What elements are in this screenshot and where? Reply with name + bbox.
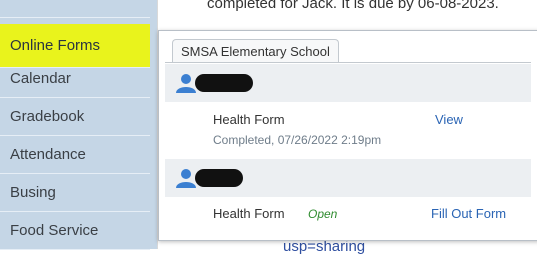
form-name: Health Form bbox=[213, 112, 285, 127]
announcement-text: completed for Jack. It is due by 06-08-2… bbox=[207, 0, 499, 12]
redacted-student-name bbox=[195, 169, 243, 187]
sidebar-item-calendar[interactable]: Calendar bbox=[0, 60, 150, 98]
forms-panel: Health Form Completed, 07/26/2022 2:19pm… bbox=[165, 62, 531, 235]
sidebar-item-label: Attendance bbox=[10, 146, 86, 163]
user-icon bbox=[176, 169, 196, 188]
sidebar-item-food-service[interactable]: Food Service bbox=[0, 212, 150, 250]
sidebar-item-partial[interactable] bbox=[0, 0, 150, 18]
online-forms-popup: SMSA Elementary School Health Form Compl… bbox=[158, 30, 537, 241]
sidebar-item-label: Gradebook bbox=[10, 108, 85, 125]
sidebar: Online Forms Calendar Gradebook Attendan… bbox=[0, 0, 157, 250]
view-form-link[interactable]: View bbox=[435, 112, 463, 127]
sidebar-item-gradebook[interactable]: Gradebook bbox=[0, 98, 150, 136]
form-status: Completed, 07/26/2022 2:19pm bbox=[213, 133, 382, 147]
form-name: Health Form bbox=[213, 206, 285, 221]
sidebar-item-label: Online Forms bbox=[10, 37, 101, 54]
sidebar-item-label: Food Service bbox=[10, 222, 99, 239]
redacted-student-name bbox=[195, 74, 253, 92]
sidebar-item-attendance[interactable]: Attendance bbox=[0, 136, 150, 174]
fill-out-form-link[interactable]: Fill Out Form bbox=[431, 206, 506, 221]
sidebar-item-label: Calendar bbox=[10, 70, 71, 87]
form-status-open: Open bbox=[308, 207, 338, 221]
tab-school[interactable]: SMSA Elementary School bbox=[172, 39, 339, 63]
student-header-row bbox=[165, 64, 531, 102]
user-icon bbox=[176, 74, 196, 93]
sidebar-item-busing[interactable]: Busing bbox=[0, 174, 150, 212]
student-header-row bbox=[165, 159, 531, 197]
sidebar-item-label: Busing bbox=[10, 184, 56, 201]
